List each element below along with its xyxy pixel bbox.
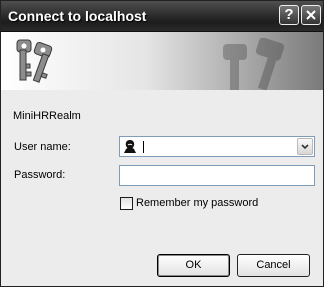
keys-icon — [16, 39, 53, 83]
close-button[interactable] — [301, 5, 321, 25]
title-bar[interactable]: Connect to localhost ? — [1, 1, 323, 32]
close-icon — [306, 10, 316, 20]
ok-button[interactable]: OK — [157, 254, 230, 277]
login-dialog: Connect to localhost ? MiniHRRealm User … — [0, 0, 324, 287]
username-label: User name: — [14, 141, 71, 153]
remember-password-checkbox[interactable] — [120, 197, 133, 210]
password-label: Password: — [14, 169, 66, 181]
cancel-button[interactable]: Cancel — [237, 254, 310, 277]
window-title: Connect to localhost — [8, 8, 147, 24]
password-input[interactable] — [119, 165, 315, 186]
text-cursor — [143, 141, 144, 153]
username-combobox[interactable] — [119, 136, 315, 157]
remember-password-label[interactable]: Remember my password — [136, 197, 258, 209]
help-button[interactable]: ? — [279, 5, 299, 25]
realm-text: MiniHRRealm — [13, 110, 81, 122]
user-icon — [124, 140, 136, 153]
username-dropdown-button[interactable] — [297, 138, 313, 155]
banner — [1, 32, 323, 90]
chevron-down-icon — [301, 144, 309, 150]
keys-watermark-icon — [223, 38, 285, 90]
